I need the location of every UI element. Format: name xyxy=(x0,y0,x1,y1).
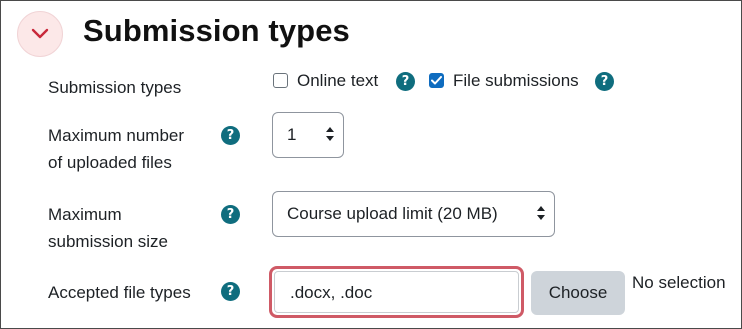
file-types-help-icon[interactable]: ? xyxy=(221,282,240,301)
selection-status: No selection xyxy=(632,273,726,292)
max-size-label-line1: Maximum xyxy=(48,205,122,224)
max-size-label-line2: submission size xyxy=(48,232,168,251)
max-files-label-line1: Maximum number xyxy=(48,126,185,145)
choose-button[interactable]: Choose xyxy=(531,271,625,315)
max-files-value: 1 xyxy=(287,125,297,144)
online-text-checkbox[interactable] xyxy=(273,73,288,88)
file-submissions-label[interactable]: File submissions xyxy=(453,70,579,92)
submission-types-label: Submission types xyxy=(48,78,182,97)
file-types-input[interactable]: .docx, .doc xyxy=(274,271,519,313)
file-submissions-help-icon[interactable]: ? xyxy=(595,72,614,91)
max-size-label: Maximum submission size xyxy=(48,201,168,255)
file-types-label: Accepted file types xyxy=(48,283,191,302)
max-size-value: Course upload limit (20 MB) xyxy=(287,204,498,223)
form-section: Submission types Submission types Online… xyxy=(0,0,742,329)
sort-arrows-icon xyxy=(537,206,545,220)
chevron-down-icon xyxy=(31,28,49,39)
online-text-label[interactable]: Online text xyxy=(297,70,378,92)
check-icon xyxy=(431,76,442,85)
section-title: Submission types xyxy=(83,13,350,48)
online-text-help-icon[interactable]: ? xyxy=(396,72,415,91)
sort-arrows-icon xyxy=(326,127,334,141)
max-files-label: Maximum number of uploaded files xyxy=(48,122,184,176)
max-files-help-icon[interactable]: ? xyxy=(221,126,240,145)
file-types-highlight: .docx, .doc xyxy=(269,266,524,318)
max-size-select[interactable]: Course upload limit (20 MB) xyxy=(272,191,555,237)
collapse-section-button[interactable] xyxy=(17,11,63,57)
file-submissions-checkbox[interactable] xyxy=(429,73,444,88)
max-files-select[interactable]: 1 xyxy=(272,112,344,158)
max-files-label-line2: of uploaded files xyxy=(48,153,172,172)
max-size-help-icon[interactable]: ? xyxy=(221,205,240,224)
